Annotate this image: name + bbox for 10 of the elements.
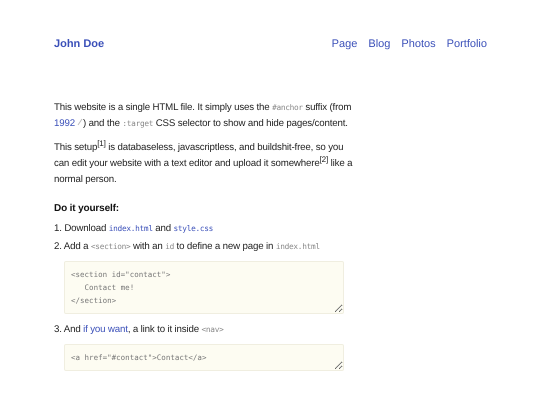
paragraph: This setup$^{[1]}$ is databaseless, javascriptless, and buildshit-free, so you can edit your website with a text editor and upload it somewhere$^{[2]}$ like a normal person.: [54, 140, 354, 187]
external-link-icon: [76, 118, 83, 126]
nav-link[interactable]: Page: [332, 38, 358, 50]
site-title[interactable]: John Doe: [54, 38, 104, 50]
nav-link[interactable]: Blog: [368, 38, 390, 50]
nav-link[interactable]: Photos: [401, 38, 436, 50]
nav-link[interactable]: Portfolio: [446, 38, 487, 50]
text-link[interactable]: 1992: [54, 118, 83, 129]
text-link[interactable]: if you want: [83, 324, 128, 335]
section-heading: Do it yourself:: [54, 202, 120, 216]
